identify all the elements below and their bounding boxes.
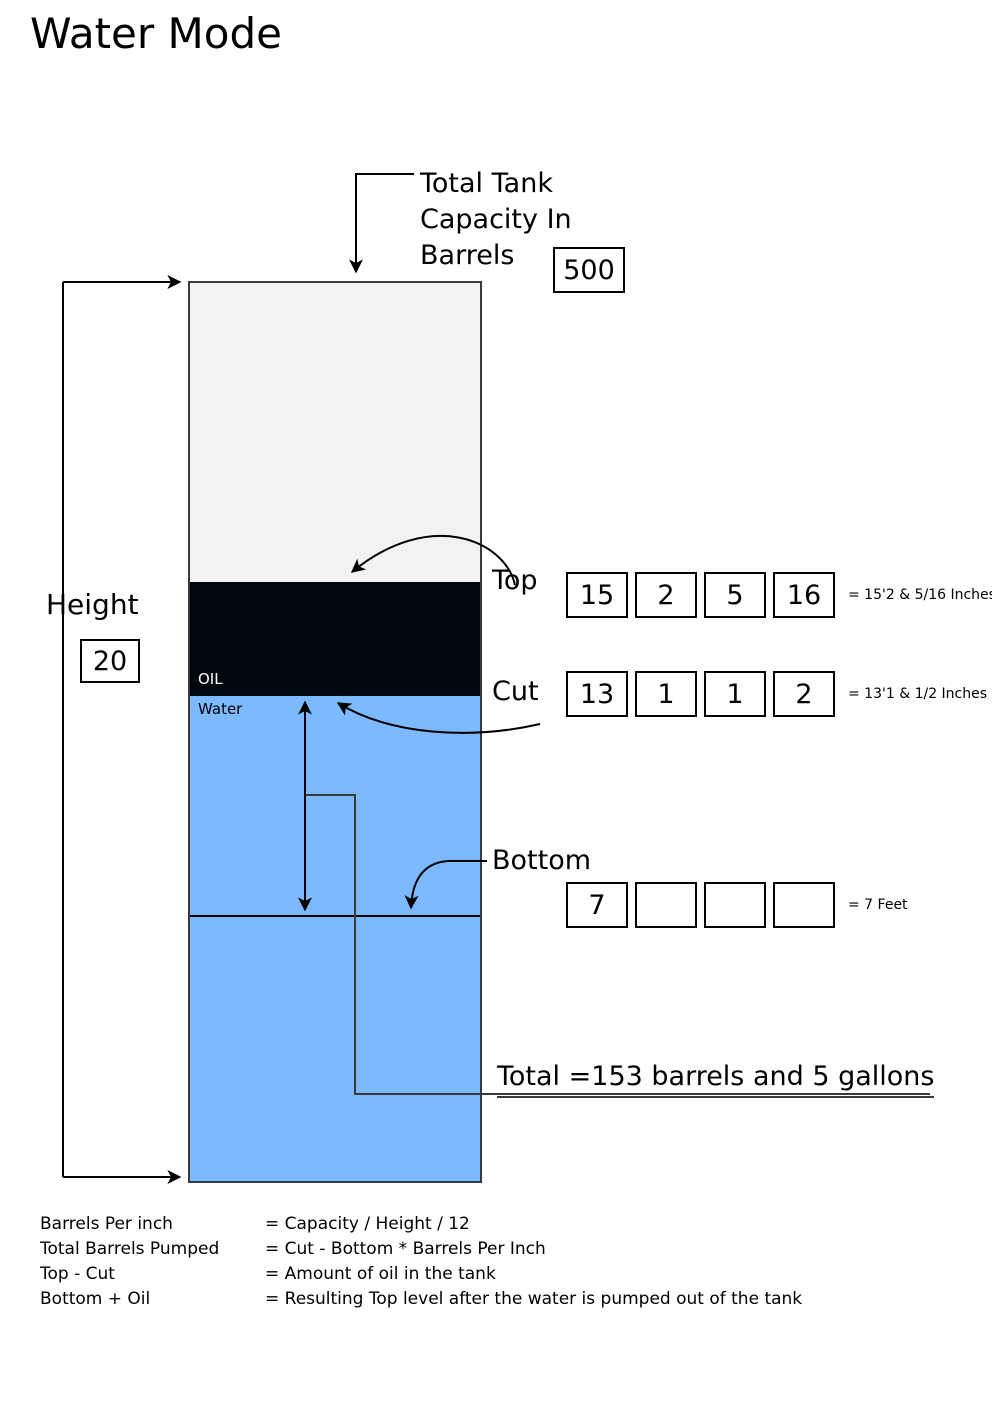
top-denominator-box[interactable]: 16 [773,572,835,618]
cut-equivalent-note: = 13'1 & 1/2 Inches [848,686,988,702]
bottom-numerator-box[interactable] [704,882,766,928]
cut-label: Cut [492,676,539,707]
formula-row: Total Barrels Pumped = Cut - Bottom * Ba… [40,1237,802,1262]
total-result-text: Total =153 barrels and 5 gallons [497,1060,935,1098]
formula-name: Top - Cut [40,1264,115,1284]
page-title: Water Mode [30,9,282,58]
formula-name: Bottom + Oil [40,1289,151,1309]
bottom-equivalent-note: = 7 Feet [848,897,908,913]
formula-legend: Barrels Per inch = Capacity / Height / 1… [40,1212,802,1312]
capacity-value-box[interactable]: 500 [553,247,625,293]
water-layer-label: Water [198,700,243,718]
cut-feet-box[interactable]: 13 [566,671,628,717]
tank-empty-space [190,283,480,582]
formula-value: = Capacity / Height / 12 [265,1214,470,1234]
top-numerator-box[interactable]: 5 [704,572,766,618]
bottom-label: Bottom [492,845,592,876]
formula-name: Barrels Per inch [40,1214,173,1234]
bottom-denominator-box[interactable] [773,882,835,928]
cut-inches-box[interactable]: 1 [635,671,697,717]
capacity-label-line-1: Total Tank [420,168,553,199]
capacity-label-line-2: Capacity In [420,204,572,235]
top-equivalent-note: = 15'2 & 5/16 Inches [848,587,992,603]
tank-water-layer: Water [190,696,480,1181]
top-inches-box[interactable]: 2 [635,572,697,618]
height-value-box[interactable]: 20 [80,639,140,683]
cut-denominator-box[interactable]: 2 [773,671,835,717]
tank-graphic: OIL Water [188,281,482,1183]
formula-value: = Cut - Bottom * Barrels Per Inch [265,1239,546,1259]
bottom-level-line [190,915,480,917]
oil-layer-label: OIL [198,670,223,688]
formula-row: Barrels Per inch = Capacity / Height / 1… [40,1212,802,1237]
bottom-feet-box[interactable]: 7 [566,882,628,928]
bottom-value-row: 7 = 7 Feet [566,882,908,928]
formula-row: Bottom + Oil = Resulting Top level after… [40,1287,802,1312]
top-feet-box[interactable]: 15 [566,572,628,618]
top-value-row: 15 2 5 16 = 15'2 & 5/16 Inches [566,572,992,618]
bottom-inches-box[interactable] [635,882,697,928]
tank-oil-layer: OIL [190,582,480,696]
formula-row: Top - Cut = Amount of oil in the tank [40,1262,802,1287]
top-label: Top [492,565,538,596]
formula-name: Total Barrels Pumped [40,1239,220,1259]
formula-value: = Amount of oil in the tank [265,1264,496,1284]
height-bracket [62,275,182,1184]
cut-value-row: 13 1 1 2 = 13'1 & 1/2 Inches [566,671,987,717]
capacity-leader-arrow [349,173,414,274]
cut-numerator-box[interactable]: 1 [704,671,766,717]
formula-value: = Resulting Top level after the water is… [265,1289,803,1309]
height-label: Height [46,588,139,621]
